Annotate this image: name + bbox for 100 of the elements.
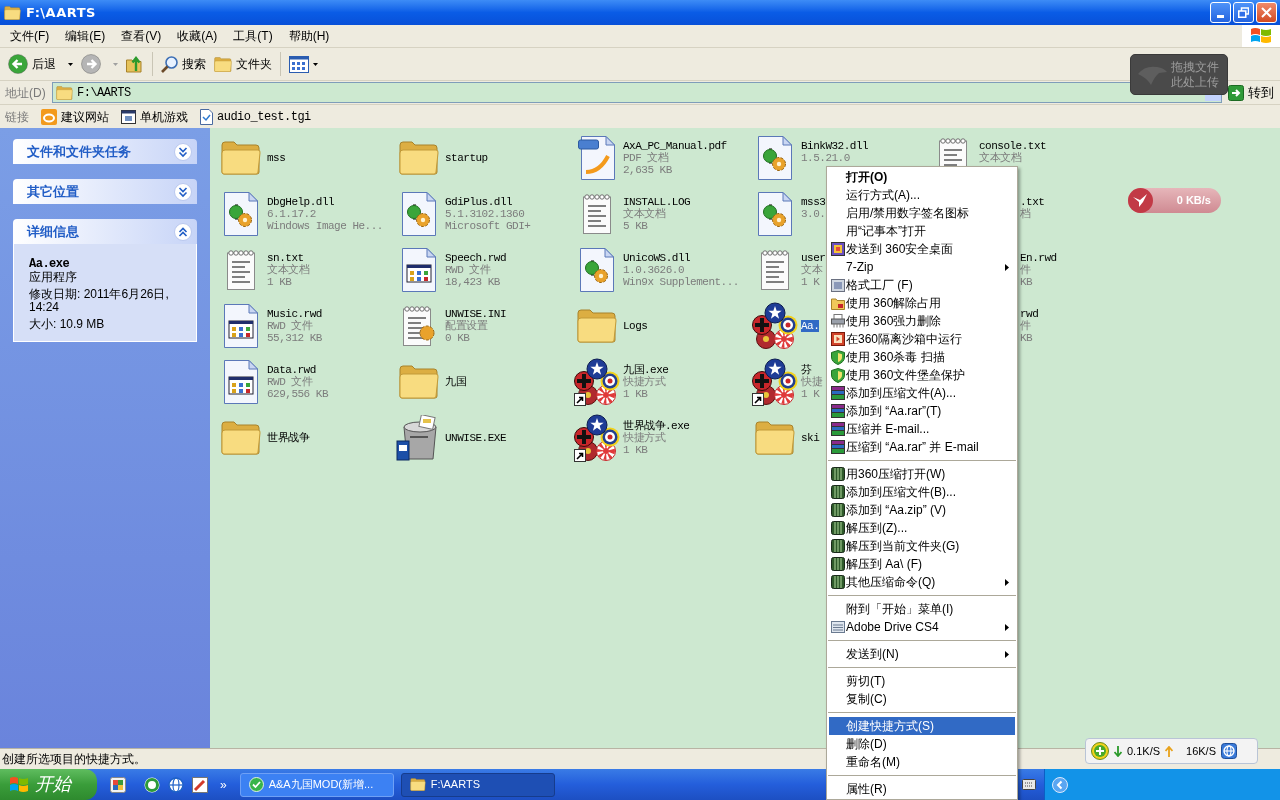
file-name[interactable]: 芬 [801,364,812,376]
gear-document-icon[interactable] [758,136,792,180]
file-name[interactable]: 九国.exe [623,364,669,376]
chevron-circle-icon[interactable] [1052,776,1068,793]
menu-item[interactable]: 格式工厂 (F) [829,276,1015,294]
file-name[interactable]: UNWISE.INI [445,308,506,320]
menu-item[interactable]: 发送到 360安全桌面 [829,240,1015,258]
menu-item[interactable]: 压缩到 “Aa.rar” 并 E-mail [829,438,1015,456]
file-name[interactable]: En.rwd [1020,252,1057,264]
menu-item[interactable]: 收藏(A) [169,26,226,46]
menu-item[interactable]: 其他压缩命令(Q) [829,573,1015,591]
menu-item[interactable]: 附到「开始」菜单(I) [829,600,1015,618]
panel-header[interactable]: 文件和文件夹任务 [13,139,197,164]
menu-item[interactable]: 解压到(Z)... [829,519,1015,537]
menu-item[interactable]: 启用/禁用数字签名图标 [829,204,1015,222]
file-name[interactable]: Speech.rwd [445,252,506,264]
file-name[interactable]: mss [267,152,286,164]
roundels-icon[interactable] [752,302,798,350]
menu-item[interactable]: 创建快捷方式(S) [829,717,1015,735]
pdf-document-icon[interactable] [578,136,616,180]
panel-header[interactable]: 其它位置 [13,179,197,204]
start-button[interactable]: 开始 [0,769,97,800]
close-button[interactable] [1256,2,1277,23]
menu-item[interactable]: 文件(F) [2,26,58,46]
file-name[interactable]: startup [445,152,488,164]
menu-item[interactable]: 使用 360强力删除 [829,312,1015,330]
notepad-icon[interactable] [761,250,789,290]
back-button[interactable]: 后退 [4,50,77,78]
menu-item[interactable]: 7-Zip [829,258,1015,276]
menu-item[interactable]: 编辑(E) [57,26,114,46]
go-button[interactable]: 转到 [1228,82,1276,103]
roundels-shortcut-icon[interactable] [574,358,620,406]
gear-document-icon[interactable] [402,192,436,236]
menu-item[interactable]: 剪切(T) [829,672,1015,690]
file-name[interactable]: INSTALL.LOG [623,196,691,208]
menu-item[interactable]: 用360压缩打开(W) [829,465,1015,483]
menu-item[interactable]: 添加到压缩文件(B)... [829,483,1015,501]
menu-item[interactable]: 工具(T) [225,26,281,46]
quick-launch-button[interactable] [192,776,208,793]
file-name[interactable]: Logs [623,320,648,332]
file-name[interactable]: Data.rwd [267,364,316,376]
window-document-icon[interactable] [224,360,258,404]
menu-item[interactable]: 解压到当前文件夹(G) [829,537,1015,555]
link-button[interactable]: 建议网站 [41,106,109,127]
folder-icon[interactable] [221,421,261,455]
file-name[interactable]: sn.txt [267,252,304,264]
quick-launch-button[interactable] [144,776,160,793]
menu-item[interactable]: 运行方式(A)... [829,186,1015,204]
menu-item[interactable]: 重命名(M) [829,753,1015,771]
menu-item[interactable]: 压缩并 E-mail... [829,420,1015,438]
folder-icon[interactable] [577,309,617,343]
file-name[interactable]: ski [801,432,820,444]
menu-item[interactable]: Adobe Drive CS4 [829,618,1015,636]
task-button[interactable]: F:\AARTS [400,772,555,797]
folder-icon[interactable] [399,365,439,399]
file-name[interactable]: mss3 [801,196,826,208]
file-name[interactable]: GdiPlus.dll [445,196,513,208]
menu-item[interactable]: 在360隔离沙箱中运行 [829,330,1015,348]
file-name[interactable]: 九国 [445,376,466,388]
file-name[interactable]: 世界战争.exe [623,420,690,432]
menu-item[interactable]: 使用 360解除占用 [829,294,1015,312]
file-name[interactable]: Music.rwd [267,308,322,320]
gear-document-icon[interactable] [580,248,614,292]
file-name[interactable]: rwd [1020,308,1039,320]
file-name[interactable]: DbgHelp.dll [267,196,335,208]
file-name[interactable]: Aa. [801,320,820,332]
window-document-icon[interactable] [402,248,436,292]
roundels-shortcut-icon[interactable] [752,358,798,406]
folder-icon[interactable] [755,421,795,455]
menu-item[interactable]: 打开(O) [829,168,1015,186]
search-button[interactable]: 搜索 [157,50,210,78]
menu-item[interactable]: 使用 360杀毒 扫描 [829,348,1015,366]
file-name[interactable]: console.txt [979,140,1047,152]
menu-item[interactable]: 查看(V) [113,26,170,46]
gear-document-icon[interactable] [224,192,258,236]
menu-item[interactable]: 使用 360文件堡垒保护 [829,366,1015,384]
menu-item[interactable]: 复制(C) [829,690,1015,708]
minimize-button[interactable] [1210,2,1231,23]
folder-icon[interactable] [399,141,439,175]
menu-item[interactable]: 发送到(N) [829,645,1015,663]
file-name[interactable]: UNWISE.EXE [445,432,506,444]
panel-header[interactable]: 详细信息 [13,219,197,244]
file-name[interactable]: AxA_PC_Manual.pdf [623,140,727,152]
more-chevron[interactable]: » [220,775,227,794]
file-name[interactable]: .txt [1020,196,1045,208]
menu-item[interactable]: 删除(D) [829,735,1015,753]
menu-item[interactable]: 属性(R) [829,780,1015,798]
roundels-shortcut-icon[interactable] [574,414,620,462]
quick-launch-button[interactable] [168,776,184,793]
folders-button[interactable]: 文件夹 [210,50,276,78]
restore-button[interactable] [1233,2,1254,23]
file-name[interactable]: UnicoWS.dll [623,252,691,264]
file-name[interactable]: BinkW32.dll [801,140,869,152]
folder-icon[interactable] [221,141,261,175]
task-button[interactable]: A&A九国MOD(新增... [239,772,394,797]
notepad-icon[interactable] [227,250,255,290]
quick-launch-button[interactable] [110,776,126,793]
gear-document-icon[interactable] [758,192,792,236]
link-button[interactable]: audio_test.tgi [200,106,311,127]
menu-item[interactable]: 帮助(H) [280,26,338,46]
